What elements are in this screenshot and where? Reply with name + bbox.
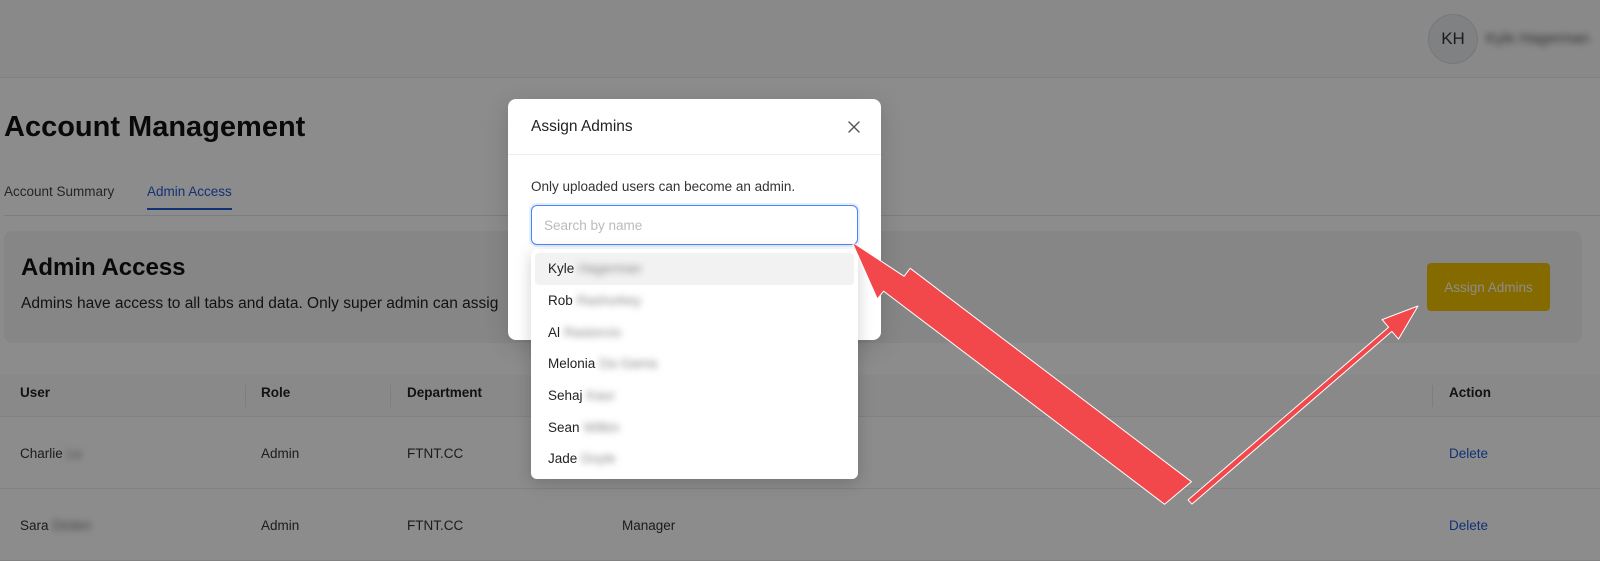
option-first-name: Sehaj (548, 388, 583, 404)
modal-header: Assign Admins (508, 99, 881, 155)
dropdown-option[interactable]: Rob Rashorkey (535, 285, 854, 317)
modal-title: Assign Admins (531, 118, 633, 135)
option-first-name: Kyle (548, 261, 575, 277)
option-last-name: Kaur (586, 388, 616, 404)
dropdown-option[interactable]: Sean Wilkin (535, 411, 854, 443)
option-last-name: Wilkin (583, 419, 620, 435)
dropdown-option[interactable]: Jade Doyle (535, 443, 854, 475)
search-input[interactable] (531, 205, 858, 245)
modal-description: Only uploaded users can become an admin. (531, 179, 796, 194)
option-first-name: Jade (548, 451, 578, 467)
option-last-name: Da Gama (599, 356, 658, 372)
dropdown-option[interactable]: Sehaj Kaur (535, 380, 854, 412)
option-first-name: Sean (548, 419, 580, 435)
option-last-name: Doyle (581, 451, 616, 467)
dropdown-option[interactable]: Al Rastorcio (535, 316, 854, 348)
user-dropdown: Kyle Hagerman Rob Rashorkey Al Rastorcio… (531, 249, 858, 479)
dropdown-option[interactable]: Kyle Hagerman (535, 253, 854, 285)
dropdown-option[interactable]: Melonia Da Gama (535, 348, 854, 380)
option-first-name: Al (548, 324, 561, 340)
option-first-name: Melonia (548, 356, 596, 372)
close-icon[interactable] (846, 119, 862, 135)
option-first-name: Rob (548, 293, 573, 309)
option-last-name: Rashorkey (576, 293, 642, 309)
option-last-name: Rastorcio (564, 324, 622, 340)
option-last-name: Hagerman (578, 261, 642, 277)
